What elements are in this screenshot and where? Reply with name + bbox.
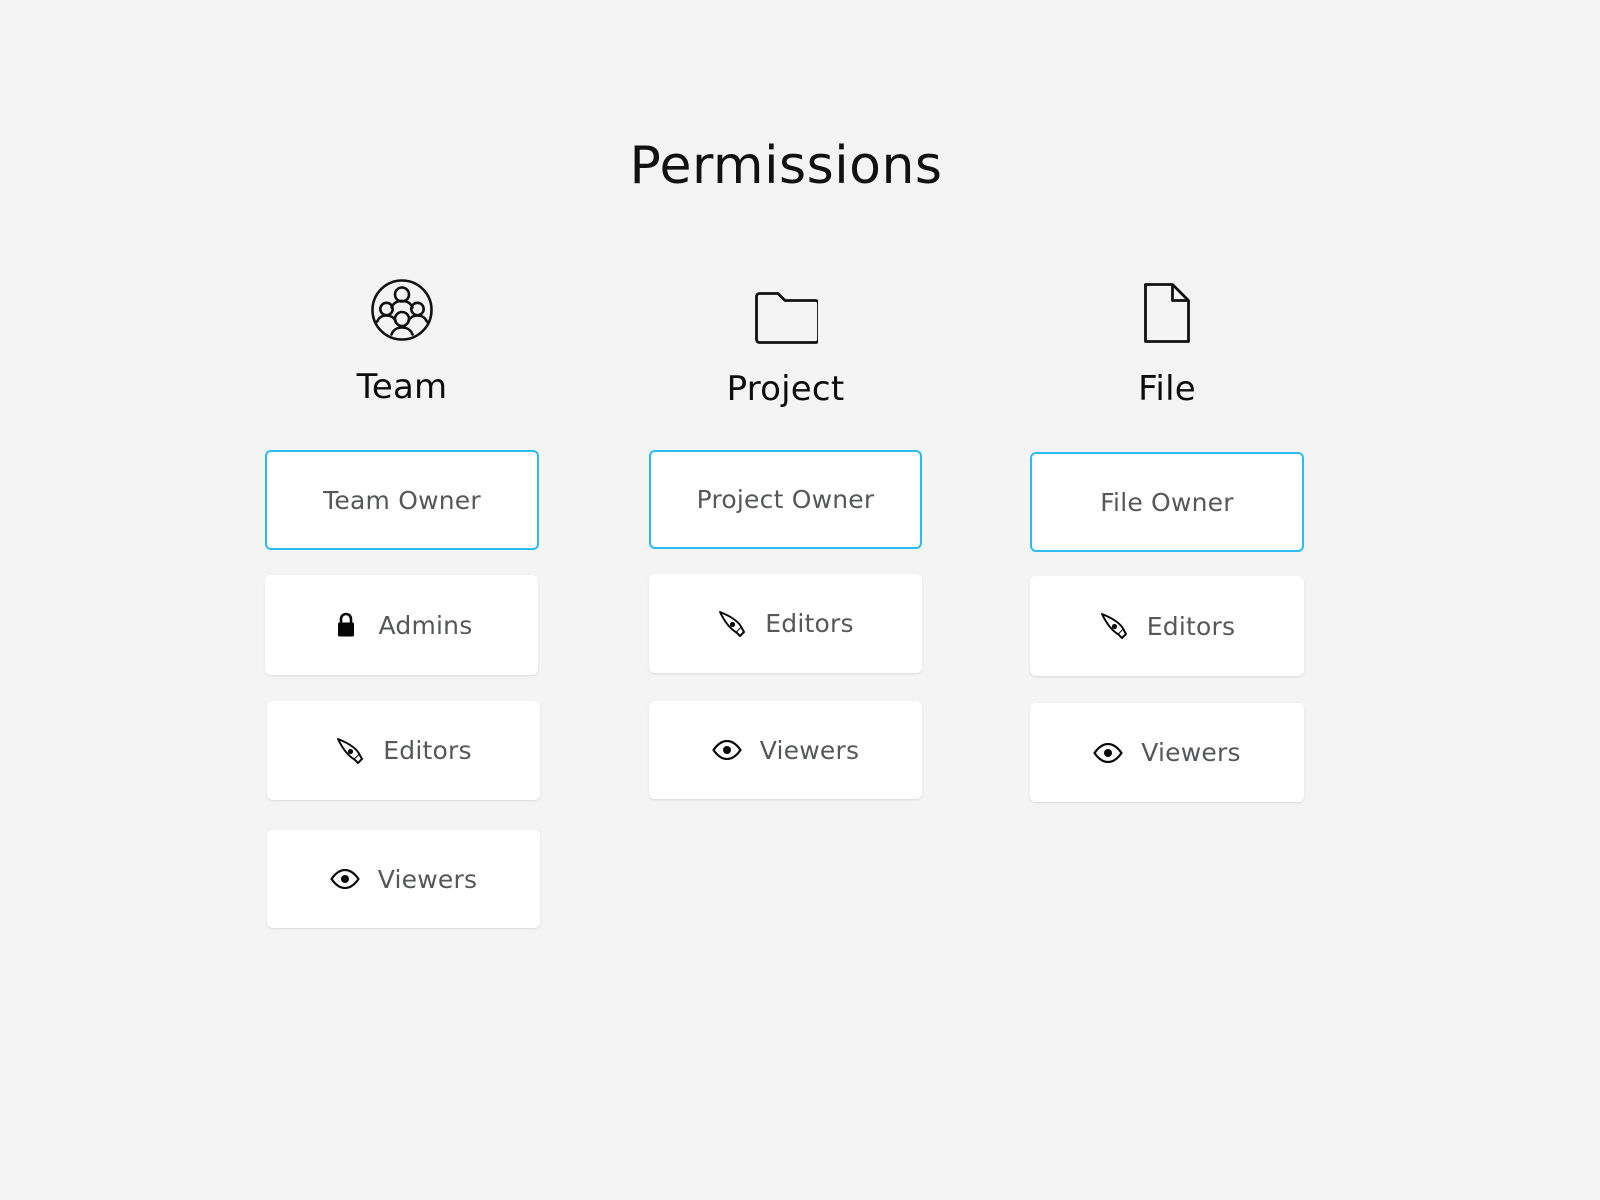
permissions-diagram: Permissions Team Team Owner Admins Edito… [0, 0, 1600, 1200]
eye-icon [712, 735, 742, 765]
card-file-viewers[interactable]: Viewers [1030, 703, 1304, 802]
column-header-team: Team [265, 275, 539, 450]
card-label: Viewers [1141, 738, 1241, 767]
permission-columns: Team Team Owner Admins Editors Viewers P… [0, 0, 1600, 1200]
lock-icon [331, 610, 361, 640]
card-project-editors[interactable]: Editors [649, 574, 922, 673]
column-team: Team [265, 275, 539, 450]
pen-nib-icon [717, 609, 747, 639]
column-label-team: Team [356, 367, 448, 407]
column-label-file: File [1138, 369, 1196, 409]
card-label: Editors [1146, 611, 1236, 641]
file-document-icon [1132, 278, 1202, 348]
pen-nib-icon [1099, 611, 1129, 641]
card-file-editors[interactable]: Editors [1030, 576, 1304, 676]
card-project-owner[interactable]: Project Owner [649, 450, 922, 549]
card-label: Team Owner [323, 485, 481, 515]
column-label-project: Project [726, 369, 845, 409]
card-label: Editors [383, 736, 472, 765]
team-circle-icon [367, 275, 437, 345]
card-team-admins[interactable]: Admins [265, 575, 538, 675]
eye-icon [330, 864, 360, 894]
card-team-editors[interactable]: Editors [267, 701, 540, 800]
card-label: Project Owner [696, 485, 875, 514]
folder-icon [751, 283, 821, 353]
eye-icon [1093, 738, 1123, 768]
card-label: Viewers [377, 864, 478, 894]
card-team-viewers[interactable]: Viewers [267, 830, 540, 928]
card-label: File Owner [1100, 487, 1234, 517]
column-project: Project [649, 275, 922, 450]
card-label: Editors [765, 609, 854, 638]
column-header-project: Project [649, 275, 922, 450]
column-header-file: File [1030, 275, 1304, 450]
pen-nib-icon [335, 736, 365, 766]
card-label: Viewers [759, 735, 860, 765]
column-file: File [1030, 275, 1304, 450]
card-project-viewers[interactable]: Viewers [649, 701, 922, 799]
card-team-owner[interactable]: Team Owner [265, 450, 539, 550]
card-label: Admins [378, 610, 473, 640]
card-file-owner[interactable]: File Owner [1030, 452, 1304, 552]
